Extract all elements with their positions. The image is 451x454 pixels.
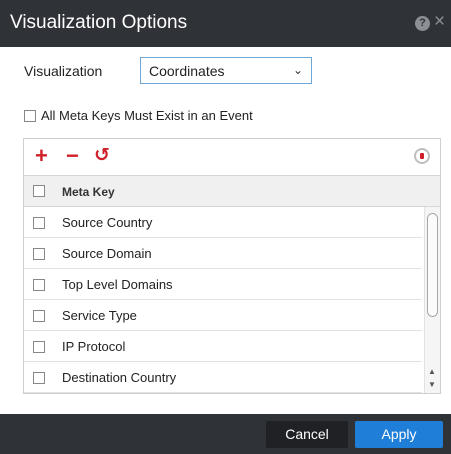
table-row[interactable]: IP Protocol <box>24 331 422 362</box>
row-checkbox[interactable] <box>33 217 45 229</box>
row-label: Destination Country <box>62 370 177 385</box>
scroll-down-icon[interactable]: ▼ <box>428 380 436 389</box>
row-checkbox[interactable] <box>33 279 45 291</box>
row-label: Source Country <box>62 215 153 230</box>
row-label: Service Type <box>62 308 137 323</box>
dialog-titlebar: Visualization Options ? × <box>0 0 451 47</box>
all-meta-keys-label: All Meta Keys Must Exist in an Event <box>41 108 253 123</box>
remove-icon[interactable]: − <box>66 143 79 169</box>
add-icon[interactable]: + <box>35 143 48 169</box>
meta-key-column-header: Meta Key <box>62 185 115 199</box>
row-checkbox[interactable] <box>33 372 45 384</box>
info-icon[interactable] <box>414 148 430 164</box>
meta-keys-toolbar: + − ↺ <box>24 139 440 174</box>
meta-key-list: Source Country Source Domain Top Level D… <box>24 207 422 393</box>
table-row[interactable]: Source Domain <box>24 238 422 269</box>
scrollbar-thumb[interactable] <box>427 213 438 317</box>
row-checkbox[interactable] <box>33 310 45 322</box>
row-label: IP Protocol <box>62 339 126 354</box>
cancel-button[interactable]: Cancel <box>266 421 348 448</box>
dialog-title: Visualization Options <box>10 12 188 33</box>
select-all-checkbox[interactable] <box>33 185 45 197</box>
close-icon[interactable]: × <box>434 12 445 32</box>
dialog-footer: Cancel Apply <box>0 414 451 454</box>
table-header: Meta Key <box>24 175 440 207</box>
apply-button[interactable]: Apply <box>355 421 443 448</box>
reset-icon[interactable]: ↺ <box>94 143 110 169</box>
row-label: Top Level Domains <box>62 277 173 292</box>
row-checkbox[interactable] <box>33 341 45 353</box>
table-row[interactable]: Destination Country <box>24 362 422 393</box>
scroll-up-icon[interactable]: ▲ <box>428 367 436 376</box>
question-circle-icon[interactable]: ? <box>415 16 430 31</box>
table-row[interactable]: Top Level Domains <box>24 269 422 300</box>
all-meta-keys-checkbox[interactable] <box>24 109 36 122</box>
row-label: Source Domain <box>62 246 152 261</box>
meta-keys-panel: + − ↺ Meta Key Source Country Source Dom… <box>23 138 441 394</box>
visualization-options-dialog: Visualization Options ? × Visualization … <box>0 0 451 454</box>
chevron-down-icon: ⌄ <box>292 63 303 77</box>
visualization-select[interactable]: Coordinates ⌄ <box>140 57 312 84</box>
row-checkbox[interactable] <box>33 248 45 260</box>
all-meta-keys-option[interactable]: All Meta Keys Must Exist in an Event <box>24 108 253 123</box>
visualization-selected-value: Coordinates <box>149 63 225 79</box>
table-row[interactable]: Service Type <box>24 300 422 331</box>
visualization-label: Visualization <box>24 63 103 79</box>
list-scrollbar[interactable]: ▲ ▼ <box>424 207 440 393</box>
table-row[interactable]: Source Country <box>24 207 422 238</box>
